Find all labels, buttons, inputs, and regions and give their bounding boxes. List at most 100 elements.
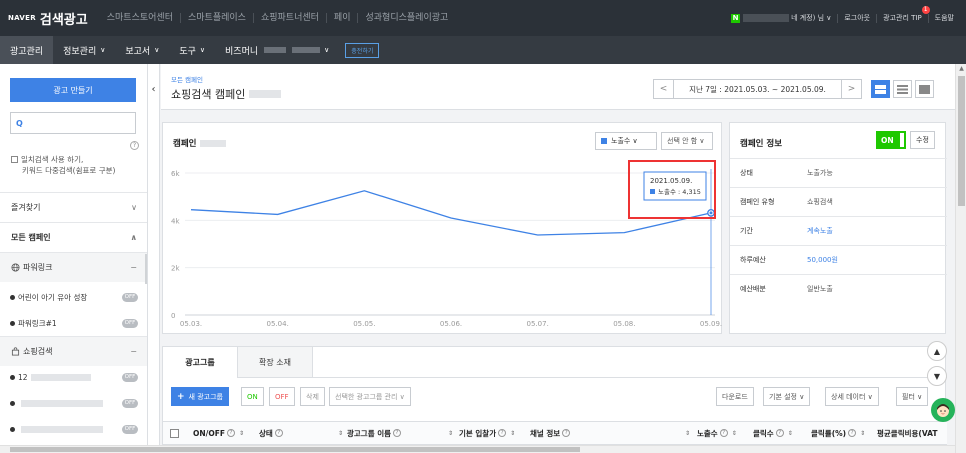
col-impressions[interactable]: 노출수? ⇕ (697, 422, 737, 444)
app-title[interactable]: 검색광고 (40, 9, 88, 28)
page-horizontal-scrollbar[interactable] (0, 445, 955, 453)
ads-tip-link[interactable]: 광고관리 TIP 1 (876, 5, 930, 23)
sidebar-campaign-item[interactable]: 12 OFF (0, 364, 147, 390)
col-status[interactable]: 상태? ⇕ (259, 422, 343, 444)
sort-icon[interactable]: ⇕ (860, 430, 865, 437)
delete-button[interactable]: 삭제 (300, 387, 325, 406)
date-next-button[interactable]: > (841, 80, 861, 98)
logout-link[interactable]: 로그아웃 (837, 13, 876, 23)
bulk-on-button[interactable]: ON (241, 387, 264, 406)
help-icon[interactable]: ? (274, 429, 283, 437)
sidebar-favorites[interactable]: 즐겨찾기 ∨ (0, 192, 147, 222)
view-chart-table-button[interactable] (871, 80, 890, 98)
create-ad-button[interactable]: 광고 만들기 (10, 78, 136, 102)
col-default-bid[interactable]: 기본 입찰가? ⇕ (459, 422, 515, 444)
scrollbar-thumb[interactable] (10, 447, 580, 452)
help-icon[interactable]: ? (848, 429, 857, 437)
sidebar-campaign-item[interactable]: 파워링크#1 OFF (0, 310, 147, 336)
help-icon[interactable]: ? (227, 429, 236, 437)
col-channel-info[interactable]: 채널 정보? ⇕ (530, 422, 690, 444)
exact-search-option[interactable]: 일치검색 사용 하기, 키워드 다중검색(쉼표로 구분) (11, 154, 115, 176)
help-icon[interactable]: ? (719, 429, 728, 437)
breadcrumb[interactable]: 모든 캠페인 (171, 74, 203, 84)
nav-info-management[interactable]: 정보관리 ∨ (53, 36, 115, 64)
date-prev-button[interactable]: < (654, 80, 674, 98)
top-nav-smartplace[interactable]: 스마트플레이스 (179, 13, 253, 23)
tab-divider (313, 377, 947, 378)
help-icon[interactable]: ? (498, 429, 507, 437)
top-nav-smartstore[interactable]: 스마트스토어센터 (100, 13, 180, 23)
col-clicks[interactable]: 클릭수? ⇕ (753, 422, 793, 444)
view-full-button[interactable] (915, 80, 934, 98)
off-toggle[interactable]: OFF (122, 292, 138, 302)
top-nav-shopping-partner[interactable]: 쇼핑파트너센터 (252, 13, 326, 23)
chat-assistant-avatar[interactable] (931, 398, 955, 422)
tab-adgroups[interactable]: 광고그룹 (163, 347, 238, 378)
select-all-cell[interactable] (170, 422, 179, 444)
line-chart[interactable]: 0 2k 4k 6k 05.03. 05.04. 05.05. 05.06. 05.07. 05.… (163, 123, 723, 335)
off-toggle[interactable]: OFF (122, 398, 138, 408)
sort-icon[interactable]: ⇕ (239, 430, 244, 437)
select-all-checkbox[interactable] (170, 428, 179, 438)
sort-icon[interactable]: ⇕ (685, 430, 690, 437)
help-icon[interactable]: ? (393, 429, 402, 437)
tab-extensions[interactable]: 확장 소재 (238, 347, 313, 378)
sidebar-collapse-handle[interactable]: ‹ (148, 64, 160, 453)
new-adgroup-button[interactable]: + 새 광고그룹 (171, 387, 229, 406)
campaign-label: 파워링크#1 (10, 318, 57, 329)
campaign-search-input[interactable]: Q (10, 112, 136, 134)
charge-button[interactable]: 충전하기 (345, 42, 380, 58)
edit-button[interactable]: 수정 (910, 131, 935, 149)
default-settings-dropdown[interactable]: 기본 설정 ∨ (763, 387, 811, 406)
detail-data-dropdown[interactable]: 상세 데이터 ∨ (825, 387, 879, 406)
bulk-off-button[interactable]: OFF (269, 387, 295, 406)
collapse-icon[interactable]: − (130, 347, 137, 356)
page-vertical-scrollbar[interactable]: ▲ (955, 64, 966, 453)
sort-icon[interactable]: ⇕ (338, 430, 343, 437)
sidebar-all-campaigns[interactable]: 모든 캠페인 ∧ (0, 222, 147, 252)
sidebar-group-powerlink[interactable]: 파워링크 − (0, 252, 147, 282)
date-range-picker[interactable]: < 지난 7일 : 2021.05.03. ~ 2021.05.09. > (653, 79, 862, 99)
account-menu[interactable]: 네 계정) 님 ∨ (791, 14, 837, 23)
date-range-text[interactable]: 지난 7일 : 2021.05.03. ~ 2021.05.09. (674, 84, 841, 95)
sidebar-campaign-item[interactable]: OFF (0, 390, 147, 416)
nav-tools[interactable]: 도구 ∨ (169, 36, 215, 64)
naver-logo[interactable]: NAVER (8, 14, 36, 22)
off-toggle[interactable]: OFF (122, 318, 138, 328)
scroll-bottom-button[interactable]: ▼ (927, 366, 947, 386)
scroll-top-button[interactable]: ▲ (927, 341, 947, 361)
col-avg-cpc[interactable]: 평균클릭비용(VAT (877, 422, 937, 444)
off-toggle[interactable]: OFF (122, 372, 138, 382)
sidebar-campaign-item[interactable]: OFF (0, 416, 147, 442)
help-icon[interactable]: ? (130, 141, 139, 150)
manage-selected-dropdown[interactable]: 선택한 광고그룹 관리 ∨ (329, 387, 411, 406)
download-button[interactable]: 다운로드 (716, 387, 754, 406)
sidebar-campaign-item[interactable]: 어린이 아기 유아 성장 OFF (0, 284, 147, 310)
help-link[interactable]: 도움말 (927, 13, 960, 23)
col-onoff[interactable]: ON/OFF? ⇕ (193, 422, 244, 444)
exact-search-checkbox[interactable] (11, 156, 18, 163)
filter-dropdown[interactable]: 필터 ∨ (896, 387, 929, 406)
sidebar-group-shopping[interactable]: 쇼핑검색 − (0, 336, 147, 366)
nav-reports[interactable]: 보고서 ∨ (115, 36, 169, 64)
off-toggle[interactable]: OFF (122, 424, 138, 434)
col-adgroup-name[interactable]: 광고그룹 이름? ⇕ (347, 422, 453, 444)
view-table-button[interactable] (893, 80, 912, 98)
sort-icon[interactable]: ⇕ (788, 430, 793, 437)
col-ctr[interactable]: 클릭률(%)? ⇕ (811, 422, 865, 444)
nav-ad-management[interactable]: 광고관리 (0, 36, 54, 64)
scrollbar-thumb[interactable] (958, 76, 965, 206)
info-value-link[interactable]: 50,000원 (807, 255, 838, 265)
help-icon[interactable]: ? (775, 429, 784, 437)
top-nav-display-ads[interactable]: 성과형디스플레이광고 (357, 13, 455, 23)
sort-icon[interactable]: ⇕ (448, 430, 453, 437)
sort-icon[interactable]: ⇕ (732, 430, 737, 437)
scroll-up-arrow-icon[interactable]: ▲ (958, 65, 965, 72)
info-value-link[interactable]: 계속노출 (807, 226, 833, 236)
top-nav-pay[interactable]: 페이 (325, 13, 358, 23)
sort-icon[interactable]: ⇕ (510, 430, 515, 437)
campaign-on-toggle[interactable]: ON (876, 131, 906, 149)
nav-bizmoney[interactable]: 비즈머니 ∨ (215, 36, 339, 64)
help-icon[interactable]: ? (562, 429, 571, 437)
collapse-icon[interactable]: − (130, 263, 137, 272)
